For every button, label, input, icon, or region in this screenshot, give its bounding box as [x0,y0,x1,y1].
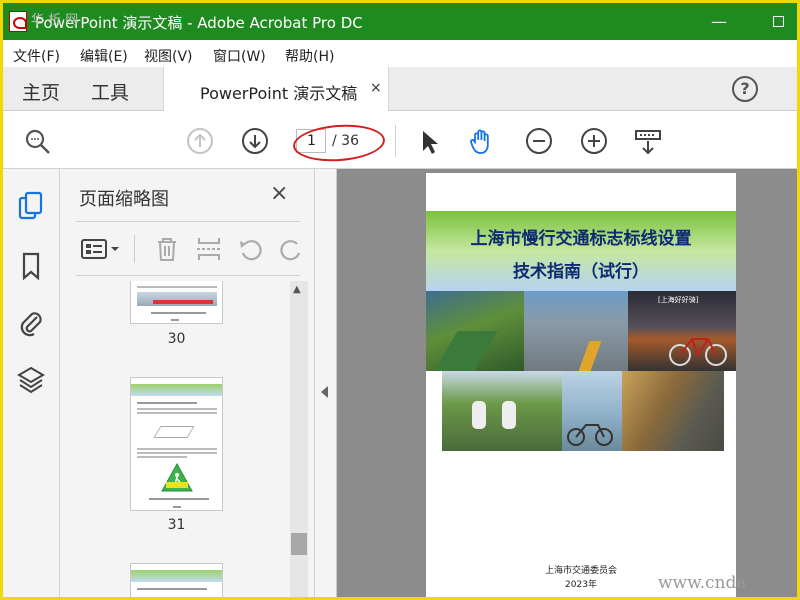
pdf-page: 上海市慢行交通标志标线设置 技术指南（试行） [上海好好骑] 上海市交通委员会 … [426,173,736,597]
cover-photo-bike-lane [426,291,524,371]
panel-divider [76,275,300,276]
attachment-icon[interactable] [17,307,45,337]
cover-title: 上海市慢行交通标志标线设置 [470,229,692,249]
tab-tools[interactable]: 工具 [91,78,129,105]
menu-file[interactable]: 文件(F) [13,46,60,66]
cover-photo-street [524,291,628,371]
thumbnails-panel-title: 页面缩略图 [79,189,169,210]
thumbnails-list: 30 31 [76,281,286,597]
thumbnail-page-number: 30 [167,331,186,347]
menu-view[interactable]: 视图(V) [144,46,193,66]
cover-photo-riverside [562,371,622,451]
hand-tool-icon[interactable] [467,127,495,155]
thumbnails-scrollbar[interactable]: ▲ [290,281,308,597]
menu-bar: 文件(F) 编辑(E) 视图(V) 窗口(W) 帮助(H) [3,40,797,67]
left-navigation-rail [3,169,60,597]
pedestrian-sign-icon [161,463,193,492]
watermark-right: www.cnda [658,573,747,593]
panel-divider [76,221,300,222]
document-tab-label: PowerPoint 演示文稿 [200,84,358,103]
title-bar: PowerPoint 演示文稿 - Adobe Acrobat Pro DC — [3,3,797,40]
search-icon[interactable] [23,127,51,155]
panel-collapse-strip[interactable] [315,169,337,597]
bookmark-icon[interactable] [17,251,45,281]
bicycle-icon [567,424,613,446]
thumbnail-page-number: 31 [167,517,186,533]
thumbnail-options-icon[interactable] [80,235,122,263]
scrollbar-thumb[interactable] [291,533,307,555]
toolbar-divider [395,125,396,157]
close-panel-button[interactable]: × [270,181,288,206]
thumbnail-page-31[interactable] [130,377,223,511]
tab-home[interactable]: 主页 [22,78,60,105]
cover-photo-bicycle: [上海好好骑] [628,291,736,371]
tab-bar: 主页 工具 PowerPoint 演示文稿 × ? [3,67,797,111]
minimize-button[interactable]: — [709,12,729,32]
layers-icon[interactable] [17,365,45,395]
acrobat-app-icon [9,11,27,32]
page-thumbnails-panel: 页面缩略图 × 30 31 ▲ [60,169,315,597]
maximize-icon [772,16,784,27]
close-tab-button[interactable]: × [370,80,382,96]
photo-caption: [上海好好骑] [658,296,699,304]
zoom-in-icon[interactable] [580,127,608,155]
rotate-clockwise-icon[interactable] [277,235,305,263]
toolbar: 1 / 36 [3,111,797,169]
zoom-out-icon[interactable] [525,127,553,155]
scroll-up-arrow-icon[interactable]: ▲ [293,284,301,295]
select-cursor-icon[interactable] [415,127,443,155]
cover-subtitle: 技术指南（试行） [513,262,649,282]
bicycle-icon [669,338,727,366]
menu-window[interactable]: 窗口(W) [213,46,266,66]
tools-divider [134,235,135,263]
delete-page-icon[interactable] [153,235,181,263]
thumbnail-page-30[interactable] [130,281,223,324]
thumbnail-tools [76,229,301,269]
rotate-counterclockwise-icon[interactable] [237,235,265,263]
next-page-icon[interactable] [241,127,269,155]
cover-banner: 上海市慢行交通标志标线设置 技术指南（试行） [426,211,736,291]
collapse-panel-arrow-icon[interactable] [321,386,328,398]
insert-page-icon[interactable] [195,235,223,263]
acrobat-window: PowerPoint 演示文稿 - Adobe Acrobat Pro DC —… [3,3,797,597]
menu-edit[interactable]: 编辑(E) [80,46,128,66]
maximize-button[interactable] [768,12,788,32]
menu-help[interactable]: 帮助(H) [285,46,334,66]
cover-photo-cyclists [442,371,562,451]
thumbnail-page-32[interactable] [130,563,223,597]
watermark-left: 华 析 网 [31,13,79,28]
document-canvas[interactable]: 上海市慢行交通标志标线设置 技术指南（试行） [上海好好骑] 上海市交通委员会 … [337,169,797,597]
previous-page-icon[interactable] [186,127,214,155]
help-icon[interactable]: ? [732,76,758,102]
cover-photo-autumn-road [622,371,724,451]
window-title: PowerPoint 演示文稿 - Adobe Acrobat Pro DC [35,14,363,32]
scroll-mode-icon[interactable] [634,127,662,155]
tab-document[interactable]: PowerPoint 演示文稿 × [163,67,389,111]
page-thumbnails-icon[interactable] [17,191,45,221]
